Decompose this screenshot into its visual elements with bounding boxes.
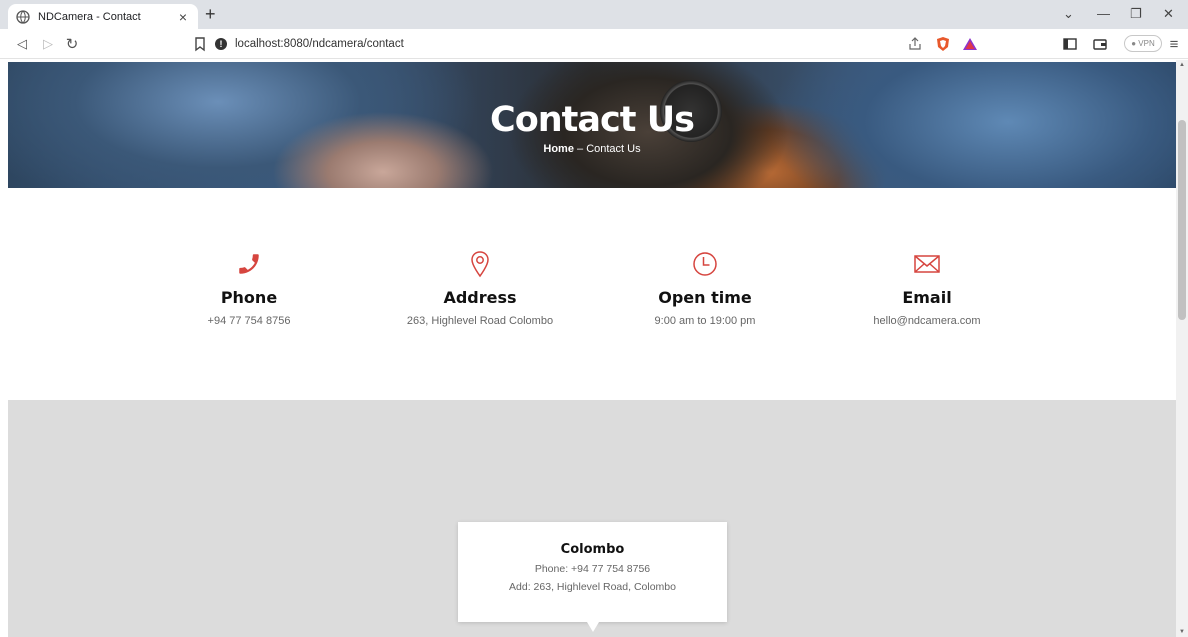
- sidebar-icon[interactable]: [1062, 36, 1078, 52]
- contact-info-title: Open time: [658, 288, 752, 307]
- vpn-button[interactable]: ● VPN: [1124, 35, 1162, 52]
- map-area[interactable]: Colombo Phone: +94 77 754 8756 Add: 263,…: [8, 400, 1176, 637]
- clock-icon: [693, 252, 717, 276]
- mail-icon: [914, 255, 940, 273]
- contact-info-phone: Phone +94 77 754 8756: [124, 248, 374, 327]
- browser-tab[interactable]: NDCamera - Contact ×: [8, 4, 198, 29]
- address-bar[interactable]: ! localhost:8080/ndcamera/contact: [215, 33, 975, 55]
- contact-info-open-time: Open time 9:00 am to 19:00 pm: [580, 248, 830, 327]
- page-scrollbar[interactable]: ▲ ▼: [1176, 60, 1188, 637]
- hero-banner: Contact Us Home – Contact Us: [8, 62, 1176, 188]
- contact-info-title: Address: [443, 288, 517, 307]
- minimize-button[interactable]: —: [1097, 6, 1110, 21]
- wallet-icon[interactable]: [1092, 36, 1108, 52]
- share-icon[interactable]: [907, 36, 923, 52]
- tab-search-icon[interactable]: ⌄: [1063, 6, 1074, 22]
- tab-close-button[interactable]: ×: [176, 9, 190, 25]
- contact-info-value: 263, Highlevel Road Colombo: [406, 315, 554, 327]
- scroll-down-arrow-icon[interactable]: ▼: [1179, 629, 1185, 635]
- contact-info-section: Phone +94 77 754 8756 Address 263, Highl…: [8, 188, 1176, 400]
- new-tab-button[interactable]: +: [205, 5, 216, 23]
- restore-button[interactable]: ❐: [1130, 6, 1142, 22]
- breadcrumb-current: Contact Us: [586, 143, 641, 155]
- popup-address: Add: 263, Highlevel Road, Colombo: [509, 581, 676, 593]
- contact-info-value: +94 77 754 8756: [207, 315, 291, 327]
- scrollbar-thumb[interactable]: [1178, 120, 1186, 320]
- map-info-popup: Colombo Phone: +94 77 754 8756 Add: 263,…: [458, 522, 727, 632]
- contact-info-email: Email hello@ndcamera.com: [802, 248, 1052, 327]
- site-info-icon[interactable]: !: [215, 38, 227, 50]
- menu-icon[interactable]: ≡: [1166, 36, 1182, 53]
- contact-info-title: Email: [902, 288, 952, 307]
- page-viewport: Contact Us Home – Contact Us Phone +94 7…: [0, 60, 1176, 637]
- breadcrumb-separator: –: [573, 143, 587, 155]
- scroll-up-arrow-icon[interactable]: ▲: [1179, 62, 1185, 68]
- popup-pointer: [587, 622, 599, 632]
- breadcrumb: Home – Contact Us: [8, 143, 1176, 155]
- contact-info-title: Phone: [220, 288, 278, 307]
- tab-bar: NDCamera - Contact × + ⌄ — ❐ ✕: [0, 0, 1188, 29]
- phone-icon: [239, 254, 259, 274]
- forward-icon[interactable]: ▷: [40, 36, 56, 52]
- back-icon[interactable]: ◁: [14, 36, 30, 52]
- close-window-button[interactable]: ✕: [1163, 6, 1174, 22]
- contact-info-value[interactable]: hello@ndcamera.com: [802, 315, 1052, 327]
- contact-info-value: 9:00 am to 19:00 pm: [654, 315, 756, 327]
- globe-icon: [16, 9, 30, 24]
- popup-title: Colombo: [560, 542, 625, 557]
- url-text: localhost:8080/ndcamera/contact: [235, 38, 404, 50]
- page-title: Contact Us: [490, 100, 695, 140]
- reload-icon[interactable]: ↻: [64, 36, 80, 53]
- brave-shield-icon[interactable]: [935, 36, 951, 52]
- tab-title: NDCamera - Contact: [38, 10, 141, 23]
- browser-toolbar: ◁ ▷ ↻ ! localhost:8080/ndcamera/contact …: [0, 29, 1188, 59]
- brave-rewards-icon[interactable]: [962, 36, 978, 52]
- bookmark-icon[interactable]: [192, 36, 208, 52]
- map-pin-icon: [471, 251, 489, 278]
- popup-phone: Phone: +94 77 754 8756: [534, 563, 651, 575]
- breadcrumb-home-link[interactable]: Home: [543, 143, 574, 155]
- contact-info-address: Address 263, Highlevel Road Colombo: [355, 248, 605, 327]
